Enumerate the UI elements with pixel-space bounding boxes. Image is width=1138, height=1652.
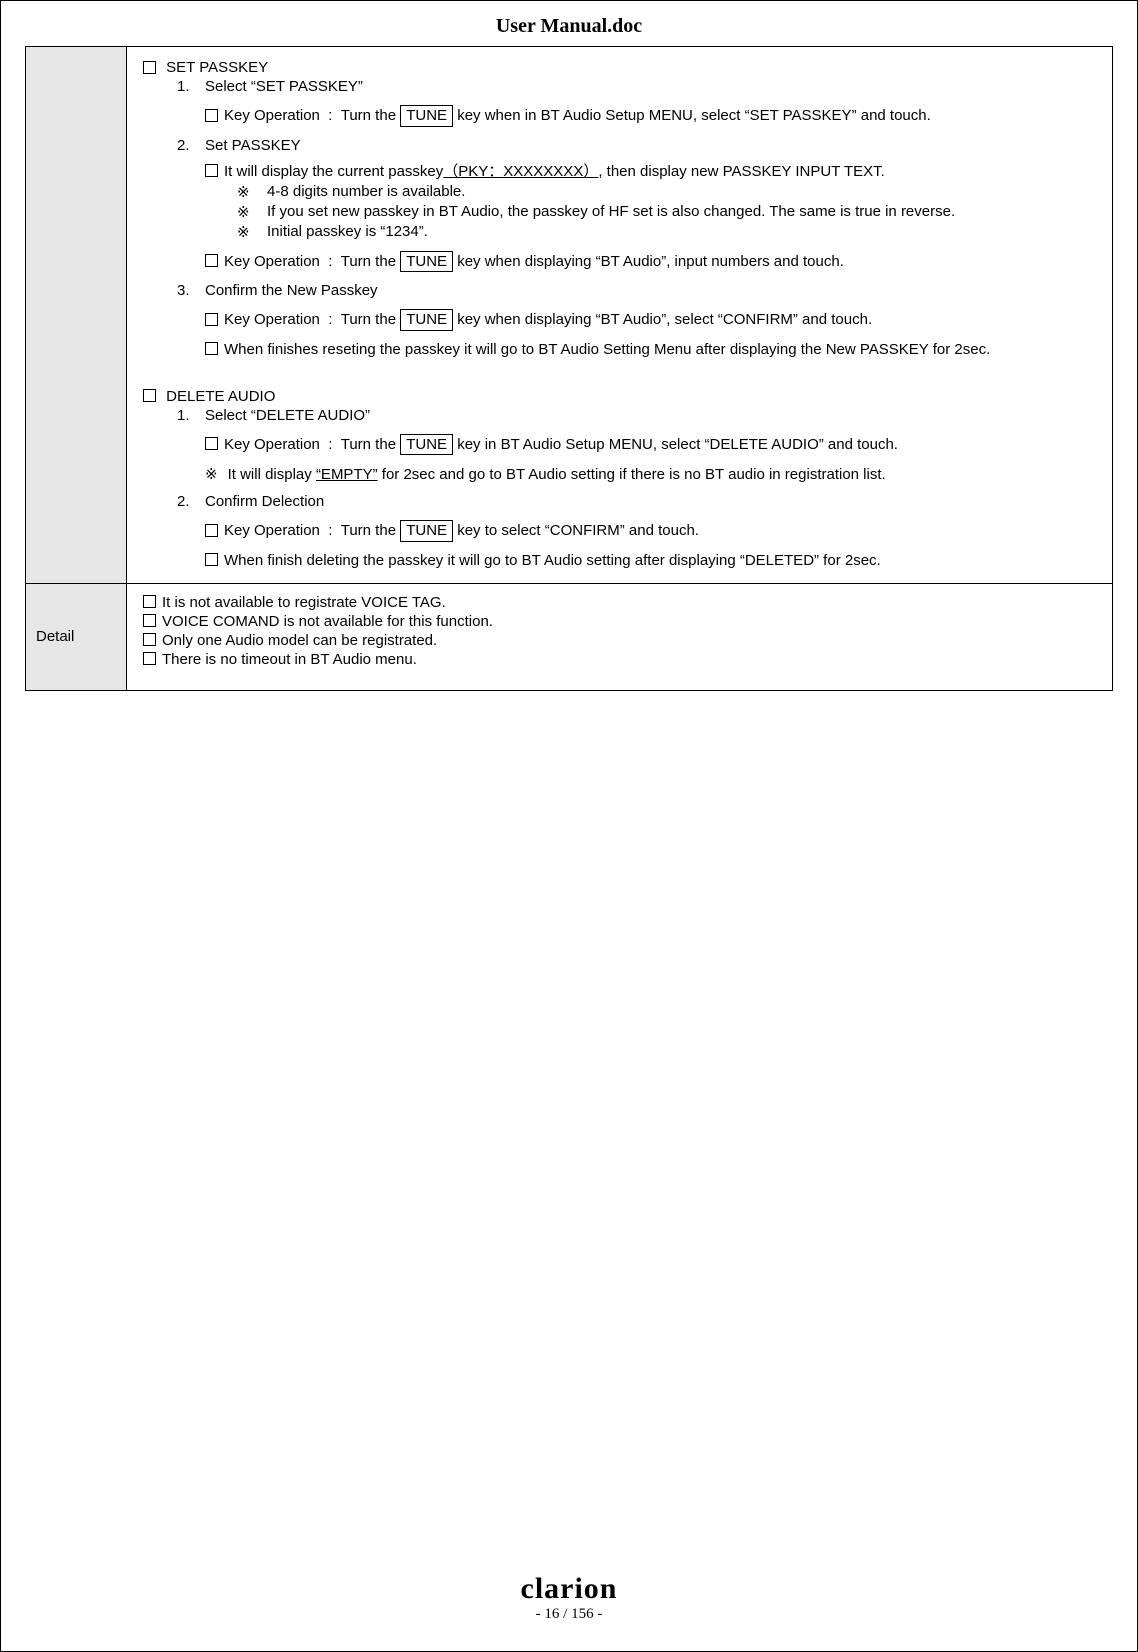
inline-text: , then display new PASSKEY INPUT TEXT. xyxy=(598,163,885,180)
inline-text: It will display xyxy=(228,466,316,483)
checkbox-icon xyxy=(205,164,218,177)
checkbox-icon xyxy=(143,595,156,608)
note-mark-icon: ※ xyxy=(237,223,267,241)
detail-content: It is not available to registrate VOICE … xyxy=(127,583,1113,690)
empty-note: ※ It will display “EMPTY” for 2sec and go… xyxy=(205,465,1102,483)
tune-key: TUNE xyxy=(400,251,453,273)
delete-audio-title: DELETE AUDIO xyxy=(166,388,275,405)
key-op-text: key when displaying “BT Audio”, select “… xyxy=(453,311,872,328)
checkbox-icon xyxy=(205,524,218,537)
content-table: SET PASSKEY 1. Select “SET PASSKEY” Key … xyxy=(25,46,1113,691)
pky-placeholder: （PKY：XXXXXXXX） xyxy=(443,163,598,180)
note-text: 4-8 digits number is available. xyxy=(267,183,1102,201)
step-number: 2. xyxy=(177,493,205,510)
note-mark-icon: ※ xyxy=(205,466,218,483)
page-footer: clarion - 16 / 156 - xyxy=(1,1572,1137,1623)
step-text: Select “DELETE AUDIO” xyxy=(205,407,1102,424)
checkbox-icon xyxy=(143,633,156,646)
key-operation: Key Operation : Turn the TUNE key when d… xyxy=(205,309,1102,331)
key-op-text: key in BT Audio Setup MENU, select “DELE… xyxy=(453,436,898,453)
key-operation: Key Operation : Turn the TUNE key in BT … xyxy=(205,434,1102,456)
key-operation: Key Operation : Turn the TUNE key when d… xyxy=(205,251,1102,273)
inline-text: It will display the current passkey xyxy=(224,163,443,180)
step-number: 1. xyxy=(177,78,205,95)
key-op-text: Key Operation : Turn the xyxy=(224,436,400,453)
key-operation: Key Operation : Turn the TUNE key when i… xyxy=(205,105,1102,127)
detail-text: There is no timeout in BT Audio menu. xyxy=(162,651,417,668)
checkbox-icon xyxy=(143,61,156,74)
key-op-text: Key Operation : Turn the xyxy=(224,522,400,539)
page-title: User Manual.doc xyxy=(1,1,1137,46)
tune-key: TUNE xyxy=(400,520,453,542)
key-op-text: Key Operation : Turn the xyxy=(224,311,400,328)
empty-label: “EMPTY” xyxy=(316,466,378,483)
set-passkey-title: SET PASSKEY xyxy=(166,59,268,76)
finish-note: When finish deleting the passkey it will… xyxy=(205,552,1102,569)
note-text: If you set new passkey in BT Audio, the … xyxy=(267,203,1102,221)
brand-logo: clarion xyxy=(1,1572,1137,1606)
key-op-text: Key Operation : Turn the xyxy=(224,107,400,124)
checkbox-icon xyxy=(205,254,218,267)
step-number: 1. xyxy=(177,407,205,424)
tune-key: TUNE xyxy=(400,309,453,331)
finish-text: When finish deleting the passkey it will… xyxy=(224,552,881,569)
delete-audio-heading: DELETE AUDIO xyxy=(143,388,1102,405)
detail-label-cell: Detail xyxy=(26,583,127,690)
detail-text: VOICE COMAND is not available for this f… xyxy=(162,613,493,630)
step-text: Select “SET PASSKEY” xyxy=(205,78,1102,95)
note-mark-icon: ※ xyxy=(237,183,267,201)
note-mark-icon: ※ xyxy=(237,203,267,221)
checkbox-icon xyxy=(205,342,218,355)
key-op-text: key to select “CONFIRM” and touch. xyxy=(453,522,699,539)
row1-label xyxy=(26,47,127,584)
inline-text: for 2sec and go to BT Audio setting if t… xyxy=(378,466,886,483)
key-operation: Key Operation : Turn the TUNE key to sel… xyxy=(205,520,1102,542)
page-number: - 16 / 156 - xyxy=(1,1606,1137,1623)
checkbox-icon xyxy=(143,614,156,627)
checkbox-icon xyxy=(205,437,218,450)
set-passkey-heading: SET PASSKEY xyxy=(143,59,1102,76)
step-text: Confirm Delection xyxy=(205,493,1102,510)
finish-text: When finishes reseting the passkey it wi… xyxy=(224,341,990,358)
key-op-text: key when in BT Audio Setup MENU, select … xyxy=(453,107,931,124)
checkbox-icon xyxy=(143,652,156,665)
checkbox-icon xyxy=(143,389,156,402)
step-number: 3. xyxy=(177,282,205,299)
passkey-display-line: It will display the current passkey（PKY：… xyxy=(205,160,1102,181)
key-op-text: key when displaying “BT Audio”, input nu… xyxy=(453,253,844,270)
detail-text: It is not available to registrate VOICE … xyxy=(162,594,446,611)
row1-content: SET PASSKEY 1. Select “SET PASSKEY” Key … xyxy=(127,47,1113,584)
step-number: 2. xyxy=(177,137,205,154)
checkbox-icon xyxy=(205,313,218,326)
tune-key: TUNE xyxy=(400,434,453,456)
key-op-text: Key Operation : Turn the xyxy=(224,253,400,270)
detail-label: Detail xyxy=(36,628,74,645)
checkbox-icon xyxy=(205,109,218,122)
tune-key: TUNE xyxy=(400,105,453,127)
step-text: Set PASSKEY xyxy=(205,137,1102,154)
step-text: Confirm the New Passkey xyxy=(205,282,1102,299)
note-text: Initial passkey is “1234”. xyxy=(267,223,1102,241)
detail-text: Only one Audio model can be registrated. xyxy=(162,632,437,649)
finish-note: When finishes reseting the passkey it wi… xyxy=(205,341,1102,358)
checkbox-icon xyxy=(205,553,218,566)
